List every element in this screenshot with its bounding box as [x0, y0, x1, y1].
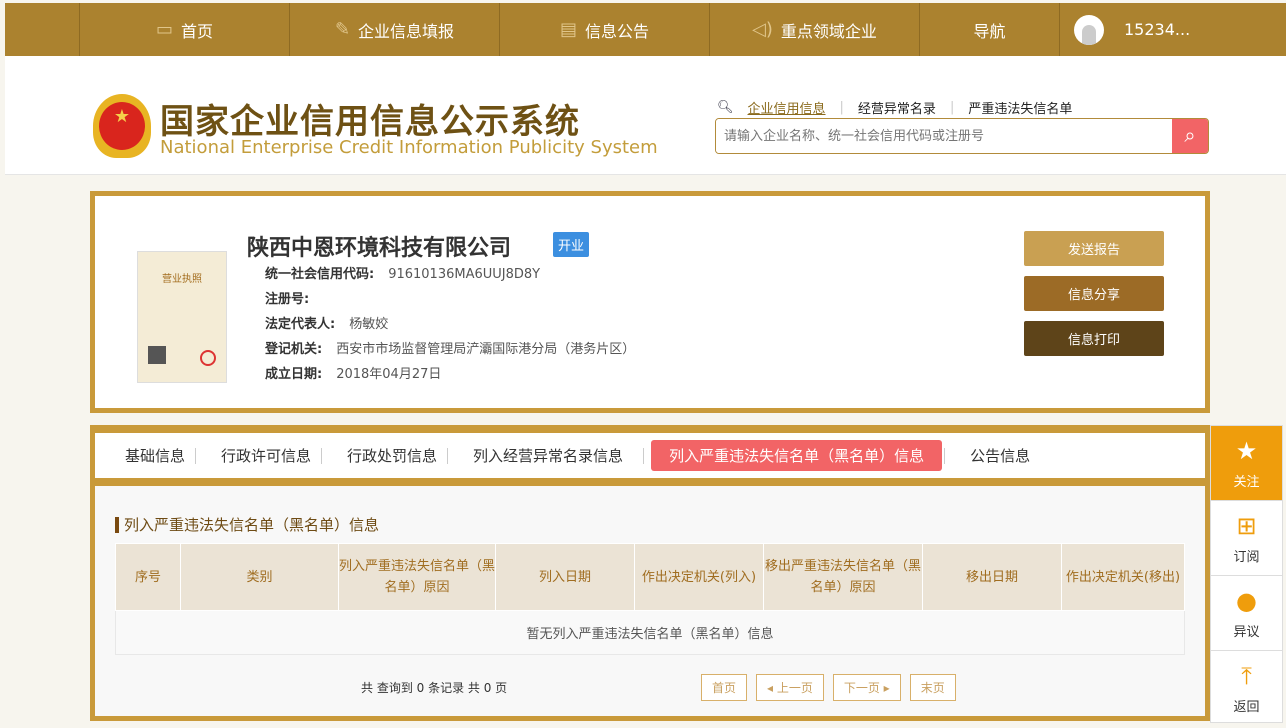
col-header: 列入日期 [495, 543, 635, 611]
site-subtitle: National Enterprise Credit Information P… [160, 137, 658, 158]
objection-button[interactable]: ● 异议 [1211, 576, 1282, 651]
nav-guide[interactable]: 导航 [920, 3, 1060, 56]
user-menu[interactable]: 15234... [1060, 3, 1190, 56]
tab-announcement[interactable]: 公告信息 [944, 440, 1048, 471]
info-authority: 登记机关: 西安市市场监督管理局浐灞国际港分局（港务片区） [265, 337, 635, 362]
star-icon: ★ [1235, 436, 1258, 465]
field-value: 91610136MA6UUJ8D8Y [388, 267, 541, 282]
search-input[interactable] [716, 119, 1172, 153]
company-name: 陕西中恩环境科技有限公司 [247, 236, 512, 261]
info-legal-rep: 法定代表人: 杨敏姣 [265, 312, 635, 337]
first-page-button[interactable]: 首页 [701, 674, 748, 701]
bookmark-plus-icon: ⊞ [1236, 511, 1257, 540]
print-button[interactable]: 信息打印 [1024, 321, 1164, 356]
document-icon: ▤ [559, 19, 577, 40]
table-header: 序号 类别 列入严重违法失信名单（黑名单）原因 列入日期 作出决定机关(列入) … [115, 543, 1185, 611]
nav-announcement[interactable]: ▤ 信息公告 [500, 3, 710, 56]
tab-blacklist[interactable]: 列入严重违法失信名单（黑名单）信息 [643, 440, 943, 471]
search-icon: ⌕ [1184, 124, 1196, 147]
col-header: 移出日期 [922, 543, 1062, 611]
status-badge: 开业 [553, 232, 590, 257]
company-card: 营业执照 陕西中恩环境科技有限公司 开业 统一社会信用代码: 91610136MA… [90, 191, 1210, 413]
nav-report[interactable]: ✎ 企业信息填报 [290, 3, 500, 56]
field-value: 2018年04月27日 [336, 367, 442, 382]
search-type-blacklist[interactable]: 严重违法失信名单 [968, 98, 1072, 117]
col-header: 类别 [180, 543, 339, 611]
search-type-credit[interactable]: 企业信用信息 [748, 98, 826, 117]
field-value: 西安市市场监督管理局浐灞国际港分局（港务片区） [336, 342, 636, 357]
col-header: 序号 [115, 543, 181, 611]
side-label: 订阅 [1233, 549, 1260, 565]
nav-label: 重点领域企业 [780, 21, 877, 41]
tab-bar: 基础信息 行政许可信息 行政处罚信息 列入经营异常名录信息 列入严重违法失信名单… [95, 433, 1205, 486]
nav-key-enterprises[interactable]: ◁) 重点领域企业 [710, 3, 920, 56]
tab-basic[interactable]: 基础信息 [107, 440, 203, 471]
company-info: 统一社会信用代码: 91610136MA6UUJ8D8Y 注册号: 法定代表人: 杨… [265, 262, 635, 387]
follow-button[interactable]: ★ 关注 [1211, 426, 1282, 501]
side-label: 关注 [1233, 474, 1260, 490]
search-type-links: 🔍︎ 企业信用信息 | 经营异常名录 | 严重违法失信名单 [717, 98, 1073, 117]
section-title: 列入严重违法失信名单（黑名单）信息 [115, 517, 379, 533]
search-button[interactable]: ⌕ [1172, 119, 1208, 153]
user-name: 15234... [1124, 20, 1191, 39]
qr-code-icon [148, 346, 166, 364]
info-credit-code: 统一社会信用代码: 91610136MA6UUJ8D8Y [265, 262, 635, 287]
tab-license[interactable]: 行政许可信息 [195, 440, 329, 471]
info-panel: 基础信息 行政许可信息 行政处罚信息 列入经营异常名录信息 列入严重违法失信名单… [90, 425, 1210, 721]
nav-label: 首页 [181, 21, 214, 41]
field-label: 成立日期: [265, 367, 323, 382]
search-bar: ⌕ [715, 118, 1209, 154]
blacklist-table: 序号 类别 列入严重违法失信名单（黑名单）原因 列入日期 作出决定机关(列入) … [115, 543, 1185, 655]
last-page-button[interactable]: 末页 [909, 674, 956, 701]
seal-icon [200, 350, 216, 366]
speaker-icon: ◁) [752, 19, 773, 40]
field-label: 注册号: [265, 292, 310, 307]
field-label: 登记机关: [265, 342, 323, 357]
field-label: 统一社会信用代码: [265, 267, 375, 282]
header: ★ 国家企业信用信息公示系统 National Enterprise Credi… [5, 56, 1286, 175]
chat-icon: ● [1236, 586, 1257, 615]
send-report-button[interactable]: 发送报告 [1024, 231, 1164, 266]
business-license-image[interactable]: 营业执照 [137, 251, 227, 383]
share-button[interactable]: 信息分享 [1024, 276, 1164, 311]
avatar [1074, 14, 1104, 45]
side-label: 返回 [1233, 700, 1260, 715]
back-to-top-button[interactable]: ⤒ 返回 [1211, 651, 1282, 726]
tab-penalty[interactable]: 行政处罚信息 [321, 440, 455, 471]
monitor-icon: ▭ [155, 19, 173, 40]
pagination: 首页 ◂ 上一页 下一页 ▸ 末页 [701, 674, 956, 701]
national-emblem-icon: ★ [93, 94, 151, 158]
back-to-top-icon: ⤒ [1241, 662, 1252, 690]
nav-label: 信息公告 [585, 21, 650, 41]
site-title: 国家企业信用信息公示系统 [160, 102, 580, 142]
nav-home[interactable]: ▭ 首页 [80, 3, 290, 56]
license-label: 营业执照 [162, 274, 202, 285]
info-reg-no: 注册号: [265, 287, 635, 312]
field-value: 杨敏姣 [349, 317, 389, 332]
col-header: 作出决定机关(列入) [634, 543, 764, 611]
next-page-button[interactable]: 下一页 ▸ [832, 674, 901, 701]
info-founded: 成立日期: 2018年04月27日 [265, 362, 635, 387]
floating-sidebar: ★ 关注 ⊞ 订阅 ● 异议 ⤒ 返回 [1210, 425, 1283, 723]
search-icon: 🔍︎ [717, 100, 734, 115]
empty-message: 暂无列入严重违法失信名单（黑名单）信息 [115, 610, 1185, 655]
col-header: 作出决定机关(移出) [1061, 543, 1185, 611]
prev-page-button[interactable]: ◂ 上一页 [756, 674, 824, 701]
field-label: 法定代表人: [265, 317, 336, 332]
pen-icon: ✎ [334, 19, 351, 40]
top-nav: ▭ 首页 ✎ 企业信息填报 ▤ 信息公告 ◁) 重点领域企业 导航 15234... [5, 3, 1286, 56]
nav-label: 导航 [973, 21, 1006, 41]
nav-label: 企业信息填报 [358, 21, 455, 41]
table-row: 暂无列入严重违法失信名单（黑名单）信息 [115, 610, 1185, 655]
search-type-abnormal[interactable]: 经营异常名录 [858, 98, 936, 117]
tab-abnormal[interactable]: 列入经营异常名录信息 [447, 440, 641, 471]
col-header: 移出严重违法失信名单（黑名单）原因 [763, 543, 923, 611]
subscribe-button[interactable]: ⊞ 订阅 [1211, 501, 1282, 576]
side-label: 异议 [1233, 624, 1260, 640]
record-count: 共 查询到 0 条记录 共 0 页 [361, 681, 508, 695]
col-header: 列入严重违法失信名单（黑名单）原因 [338, 543, 496, 611]
nav-spacer [5, 3, 80, 56]
